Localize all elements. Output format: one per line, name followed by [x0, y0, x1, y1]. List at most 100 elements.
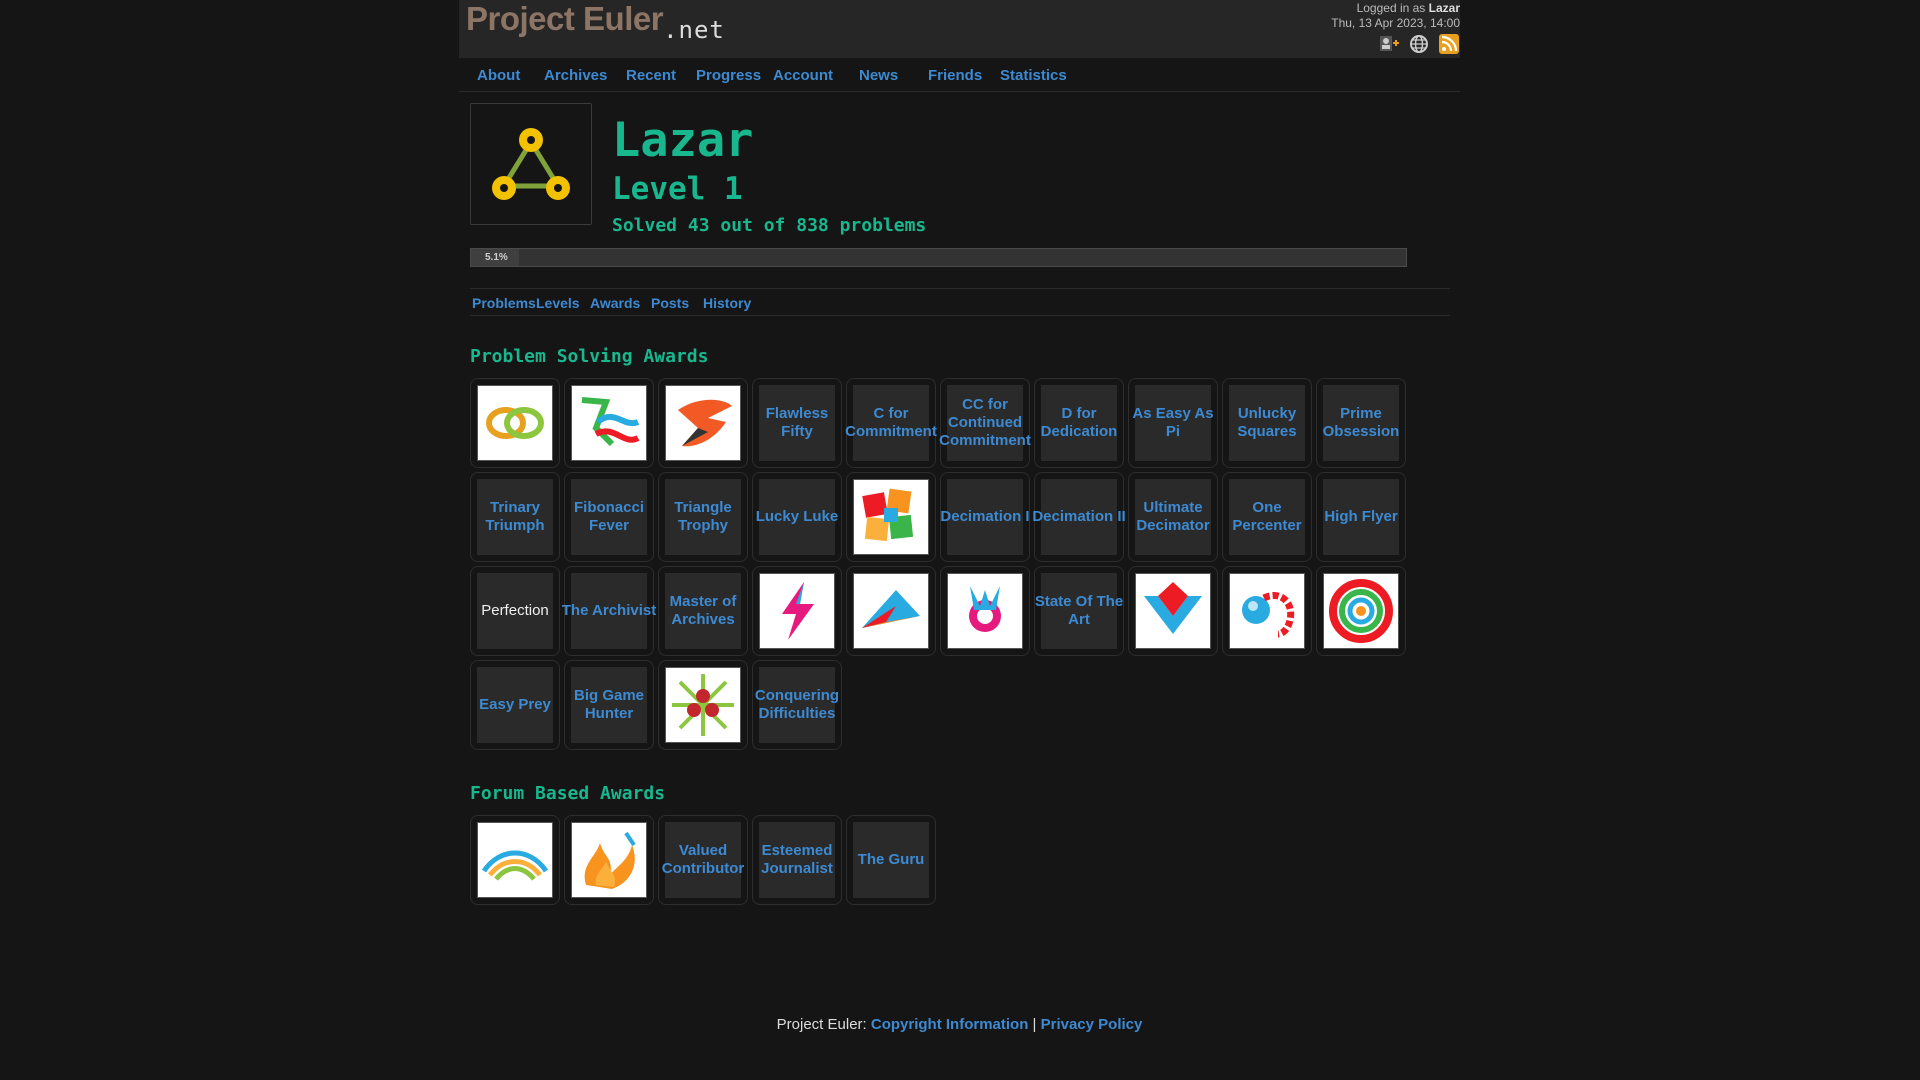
award-tile: As Easy As Pi [1132, 385, 1214, 461]
award-label: Decimation I [940, 508, 1030, 525]
award-label: As Easy As Pi [1132, 405, 1214, 440]
award-globe-award[interactable] [1222, 566, 1312, 656]
award-chevron-award[interactable] [1128, 566, 1218, 656]
nav-about[interactable]: About [477, 67, 520, 84]
award-big-game-hunter[interactable]: Big Game Hunter [564, 660, 654, 750]
nav-archives[interactable]: Archives [544, 67, 607, 84]
tab-posts[interactable]: Posts [651, 295, 689, 311]
award-label: Lucky Luke [755, 508, 839, 525]
award-c-for-commitment[interactable]: C for Commitment [845, 378, 937, 468]
flower-award-icon [947, 573, 1023, 649]
problem-awards-grid: Flawless Fifty C for Commitment CC for Con… [470, 378, 1406, 750]
award-high-flyer[interactable]: High Flyer [1316, 472, 1406, 562]
globe-icon[interactable] [1408, 33, 1430, 55]
award-label: State Of The Art [1034, 593, 1124, 628]
privacy-link[interactable]: Privacy Policy [1041, 1016, 1143, 1033]
progress-label: 5.1% [485, 252, 508, 263]
award-esteemed-journalist[interactable]: Esteemed Journalist [752, 815, 842, 905]
rss-icon[interactable] [1438, 33, 1460, 55]
tab-problems[interactable]: Problems [472, 295, 536, 311]
berries-award-icon [665, 667, 741, 743]
award-tile: Lucky Luke [756, 479, 838, 555]
tab-history[interactable]: History [703, 295, 751, 311]
copyright-link[interactable]: Copyright Information [871, 1016, 1029, 1033]
profile-subnav: Problems Levels Awards Posts History [470, 288, 1450, 316]
award-flawless-fifty[interactable]: Flawless Fifty [752, 378, 842, 468]
award-decimation-i[interactable]: Decimation I [940, 472, 1030, 562]
award-tile: High Flyer [1323, 479, 1399, 555]
award-label: The Archivist [561, 602, 657, 619]
award-the-archivist[interactable]: The Archivist [562, 566, 656, 656]
site-logo[interactable]: Project Euler.net [466, 0, 725, 44]
award-label: Big Game Hunter [573, 687, 645, 722]
nav-recent[interactable]: Recent [626, 67, 676, 84]
award-valued-contributor[interactable]: Valued Contributor [658, 815, 748, 905]
award-ribbons-award[interactable] [564, 378, 654, 468]
award-tile: Trinary Triumph [477, 479, 553, 555]
award-tile: The Archivist [562, 573, 656, 649]
award-label: High Flyer [1324, 508, 1398, 525]
award-tile: Fibonacci Fever [571, 479, 647, 555]
nav-news[interactable]: News [859, 67, 898, 84]
award-fibonacci-fever[interactable]: Fibonacci Fever [564, 472, 654, 562]
tab-levels[interactable]: Levels [536, 295, 580, 311]
award-label: One Percenter [1232, 499, 1302, 534]
arrow-award-icon [853, 573, 929, 649]
award-d-for-dedication[interactable]: D for Dedication [1034, 378, 1124, 468]
swoosh-award-icon [665, 385, 741, 461]
award-arrow-award[interactable] [846, 566, 936, 656]
award-one-percenter[interactable]: One Percenter [1222, 472, 1312, 562]
award-tile: Conquering Difficulties [755, 667, 839, 743]
award-tile: Prime Obsession [1323, 385, 1399, 461]
award-swoosh-award[interactable] [658, 378, 748, 468]
award-label: Easy Prey [479, 696, 551, 713]
award-state-of-the-art[interactable]: State Of The Art [1034, 566, 1124, 656]
flame-award-icon [571, 822, 647, 898]
award-lightning-award[interactable] [752, 566, 842, 656]
award-tile: CC for Continued Commitment [939, 385, 1031, 461]
award-triangle-trophy[interactable]: Triangle Trophy [658, 472, 748, 562]
award-label: Perfection [481, 602, 549, 619]
award-trinary-triumph[interactable]: Trinary Triumph [470, 472, 560, 562]
award-conquering-difficulties[interactable]: Conquering Difficulties [752, 660, 842, 750]
award-flower-award[interactable] [940, 566, 1030, 656]
progress-bar: 5.1% [470, 248, 1407, 267]
current-datetime: Thu, 13 Apr 2023, 14:00 [1331, 16, 1460, 30]
triangle-level-icon [492, 128, 570, 200]
award-lucky-luke[interactable]: Lucky Luke [752, 472, 842, 562]
award-unlucky-squares[interactable]: Unlucky Squares [1222, 378, 1312, 468]
award-label: Trinary Triumph [485, 499, 545, 534]
award-tile: Perfection [477, 573, 553, 649]
award-ultimate-decimator[interactable]: Ultimate Decimator [1128, 472, 1218, 562]
award-linked-rings-award[interactable] [470, 378, 560, 468]
forum-awards-title: Forum Based Awards [470, 783, 666, 804]
footer-prefix: Project Euler: [776, 1016, 871, 1033]
award-master-of-archives[interactable]: Master of Archives [658, 566, 748, 656]
award-perfection[interactable]: Perfection [470, 566, 560, 656]
globe-award-icon [1229, 573, 1305, 649]
award-patchwork-award[interactable] [846, 472, 936, 562]
award-decimation-ii[interactable]: Decimation II [1032, 472, 1126, 562]
award-berries-award[interactable] [658, 660, 748, 750]
nav-account[interactable]: Account [773, 67, 833, 84]
award-easy-prey[interactable]: Easy Prey [470, 660, 560, 750]
ribbons-award-icon [571, 385, 647, 461]
award-prime-obsession[interactable]: Prime Obsession [1316, 378, 1406, 468]
award-the-guru[interactable]: The Guru [846, 815, 936, 905]
tab-awards[interactable]: Awards [590, 295, 640, 311]
award-label: Ultimate Decimator [1136, 499, 1210, 534]
award-flame-award[interactable] [564, 815, 654, 905]
award-tile: State Of The Art [1035, 573, 1123, 649]
add-friend-icon[interactable] [1378, 33, 1400, 55]
award-rainbow-award[interactable] [470, 815, 560, 905]
profile-name: Lazar [612, 113, 754, 168]
award-cc-for-continued-commitment[interactable]: CC for Continued Commitment [939, 378, 1031, 468]
problem-awards-title: Problem Solving Awards [470, 346, 709, 367]
nav-progress[interactable]: Progress [696, 67, 761, 84]
nav-friends[interactable]: Friends [928, 67, 982, 84]
logged-in-user: Lazar [1428, 1, 1460, 15]
award-as-easy-as-pi[interactable]: As Easy As Pi [1128, 378, 1218, 468]
nav-statistics[interactable]: Statistics [1000, 67, 1067, 84]
award-label: The Guru [857, 851, 925, 868]
award-aperture-award[interactable] [1316, 566, 1406, 656]
